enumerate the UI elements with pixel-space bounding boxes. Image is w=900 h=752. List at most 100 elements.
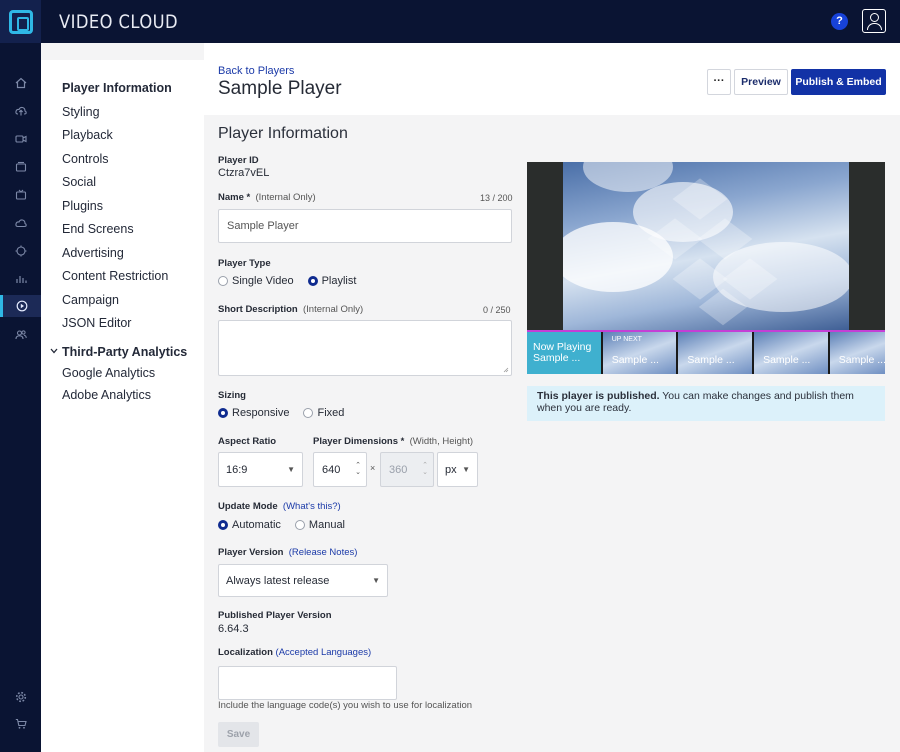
page-header: Back to Players Sample Player ··· Previe… xyxy=(204,43,900,115)
more-actions-button[interactable]: ··· xyxy=(707,69,731,95)
update-mode-label: Update Mode (What's this?) xyxy=(218,501,341,512)
name-label: Name * (Internal Only) xyxy=(218,192,316,203)
player-version-select[interactable]: Always latest release ▼ xyxy=(218,564,388,597)
save-button[interactable]: Save xyxy=(218,722,259,747)
aspect-ratio-label: Aspect Ratio xyxy=(218,436,277,447)
responsive-label[interactable]: Responsive xyxy=(232,407,289,419)
playlist-item-title: Sample ... xyxy=(838,354,886,366)
preview-button[interactable]: Preview xyxy=(734,69,788,95)
unit-select[interactable]: px ▼ xyxy=(437,452,478,487)
cart-icon[interactable] xyxy=(0,713,41,735)
playlist-item-now-playing[interactable]: Now Playing Sample ... xyxy=(527,332,601,374)
nav-player-information[interactable]: Player Information xyxy=(62,81,172,95)
brightcove-logo[interactable] xyxy=(0,0,41,43)
accepted-languages-link[interactable]: (Accepted Languages) xyxy=(276,647,372,658)
playlist-radio[interactable] xyxy=(307,276,318,286)
playlist-item[interactable]: Sample ... xyxy=(754,332,828,374)
playlist-item[interactable]: Sample ... xyxy=(678,332,753,374)
nav-third-party-analytics[interactable]: Third-Party Analytics xyxy=(62,345,187,359)
logo-mark-icon xyxy=(8,9,33,34)
name-label-text: Name * xyxy=(218,192,251,203)
playlist-item-up-next[interactable]: UP NEXT Sample ... xyxy=(602,332,677,374)
player-version-label-text: Player Version xyxy=(218,547,284,558)
fixed-radio[interactable] xyxy=(303,408,314,418)
fixed-label[interactable]: Fixed xyxy=(317,407,344,419)
localization-help: Include the language code(s) you wish to… xyxy=(218,700,473,711)
publish-embed-button[interactable]: Publish & Embed xyxy=(791,69,886,95)
localization-input[interactable] xyxy=(218,666,397,700)
short-description-counter: 0 / 250 xyxy=(483,305,511,315)
nav-advertising[interactable]: Advertising xyxy=(62,246,124,260)
cloud-icon[interactable] xyxy=(0,212,41,234)
nav-adobe-analytics[interactable]: Adobe Analytics xyxy=(62,388,151,402)
width-input[interactable]: 640 ⌃ ⌄ xyxy=(313,452,367,487)
player-version-label: Player Version (Release Notes) xyxy=(218,547,357,558)
single-video-label[interactable]: Single Video xyxy=(232,275,294,287)
analytics-icon[interactable] xyxy=(0,268,41,290)
whats-this-link[interactable]: (What's this?) xyxy=(283,501,341,512)
single-video-radio[interactable] xyxy=(218,276,228,286)
player-id-value: Ctzra7vEL xyxy=(218,167,270,179)
video-frame[interactable] xyxy=(563,162,849,330)
upload-icon[interactable] xyxy=(0,100,41,122)
player-dimensions-label-text: Player Dimensions * xyxy=(313,436,405,447)
playlist-thumbnails: Now Playing Sample ... UP NEXT Sample ..… xyxy=(527,332,886,374)
sizing-label: Sizing xyxy=(218,390,246,401)
playlist-item[interactable]: Sample ... xyxy=(829,332,886,374)
player-id-label: Player ID xyxy=(218,155,259,166)
name-counter: 13 / 200 xyxy=(480,193,513,203)
settings-icon[interactable] xyxy=(0,686,41,708)
section-title: Player Information xyxy=(218,125,348,142)
home-icon[interactable] xyxy=(0,72,41,94)
width-value: 640 xyxy=(322,463,341,476)
update-mode-label-text: Update Mode xyxy=(218,501,278,512)
app-brand: VIDEO CLOUD xyxy=(59,10,179,33)
video-icon[interactable] xyxy=(0,128,41,150)
nav-google-analytics[interactable]: Google Analytics xyxy=(62,366,155,380)
player-dimensions-label: Player Dimensions * (Width, Height) xyxy=(313,436,473,447)
nav-playback[interactable]: Playback xyxy=(62,128,113,142)
back-to-players-link[interactable]: Back to Players xyxy=(218,65,294,77)
name-input-value: Sample Player xyxy=(227,220,299,232)
responsive-radio[interactable] xyxy=(218,408,228,418)
nav-json-editor[interactable]: JSON Editor xyxy=(62,316,131,330)
short-description-textarea[interactable] xyxy=(218,320,512,376)
nav-content-restriction[interactable]: Content Restriction xyxy=(62,269,168,283)
aspect-ratio-select[interactable]: 16:9 ▼ xyxy=(218,452,303,487)
nav-end-screens[interactable]: End Screens xyxy=(62,222,134,236)
playlist-label[interactable]: Playlist xyxy=(322,275,357,287)
live-icon[interactable] xyxy=(0,184,41,206)
height-input: 360 ⌃ ⌄ xyxy=(380,452,434,487)
now-playing-label: Now Playing Sample ... xyxy=(533,342,591,364)
help-button[interactable]: ? xyxy=(831,12,848,30)
nav-social[interactable]: Social xyxy=(62,175,96,189)
resize-handle-icon[interactable] xyxy=(503,367,509,373)
players-icon[interactable] xyxy=(0,295,41,317)
width-stepper-icon[interactable]: ⌃ ⌄ xyxy=(355,462,361,476)
player-preview[interactable] xyxy=(527,162,885,330)
published-version-value: 6.64.3 xyxy=(218,623,249,635)
nav-controls[interactable]: Controls xyxy=(62,152,109,166)
player-settings-nav: Player Information Styling Playback Cont… xyxy=(41,60,204,752)
automatic-label[interactable]: Automatic xyxy=(232,519,281,531)
height-value: 360 xyxy=(389,463,408,476)
now-playing-line2: Sample ... xyxy=(533,352,581,364)
height-stepper-icon: ⌃ ⌄ xyxy=(422,462,428,476)
published-version-label: Published Player Version xyxy=(218,610,332,621)
target-icon[interactable] xyxy=(0,240,41,262)
automatic-radio[interactable] xyxy=(218,520,228,530)
nav-campaign[interactable]: Campaign xyxy=(62,293,119,307)
caret-down-icon: ▼ xyxy=(462,464,470,474)
release-notes-link[interactable]: (Release Notes) xyxy=(289,547,358,558)
nav-styling[interactable]: Styling xyxy=(62,105,100,119)
caret-down-icon: ▼ xyxy=(372,575,380,585)
manual-label[interactable]: Manual xyxy=(309,519,345,531)
name-input[interactable]: Sample Player xyxy=(218,209,512,243)
playlist-item-title: Sample ... xyxy=(763,354,811,366)
nav-plugins[interactable]: Plugins xyxy=(62,199,103,213)
media-icon[interactable] xyxy=(0,156,41,178)
users-icon[interactable] xyxy=(0,324,41,346)
chevron-down-icon[interactable] xyxy=(50,346,58,356)
user-account-button[interactable] xyxy=(862,9,886,33)
manual-radio[interactable] xyxy=(294,520,305,530)
